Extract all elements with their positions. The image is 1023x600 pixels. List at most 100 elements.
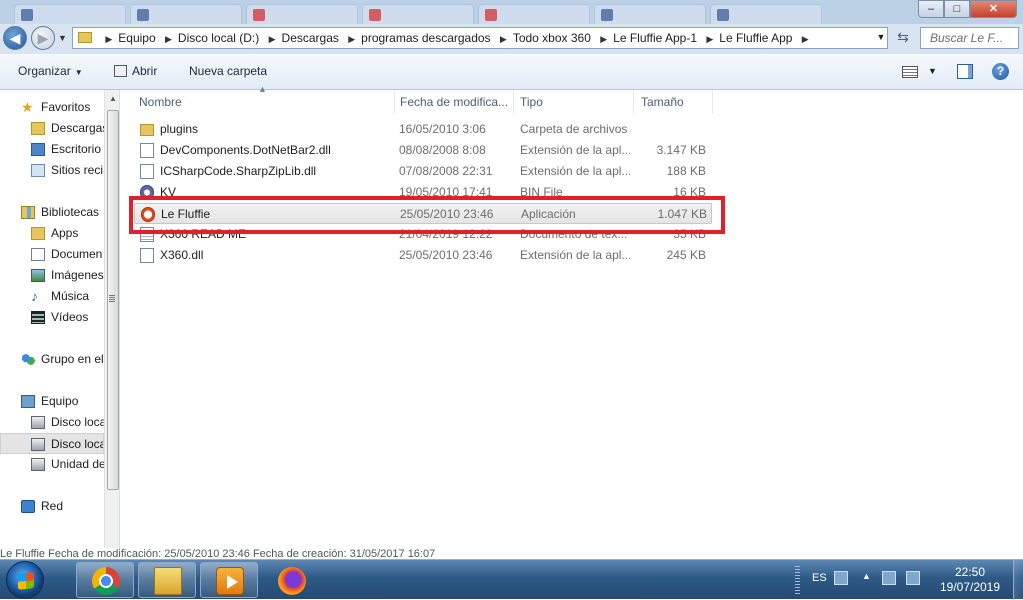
file-name: plugins (160, 122, 199, 136)
nav-music[interactable]: ♪ Música (0, 286, 104, 307)
view-options-icon[interactable] (902, 66, 918, 78)
breadcrumb-item[interactable]: Equipo (118, 28, 155, 48)
network-tray-icon[interactable] (906, 571, 920, 585)
file-name: X360.dll (160, 248, 204, 262)
chevron-right-icon[interactable]: ▶ (500, 34, 507, 44)
clock-time: 22:50 (954, 565, 986, 579)
language-indicator[interactable]: ES (812, 572, 827, 584)
network-icon (21, 500, 35, 513)
media-player-icon (216, 567, 244, 595)
file-row-sharpziplib[interactable]: ICSharpCode.SharpZipLib.dll 07/08/2008 2… (134, 161, 712, 182)
chevron-right-icon[interactable]: ▶ (105, 34, 112, 44)
nav-desktop[interactable]: Escritorio (0, 139, 104, 160)
nav-downloads[interactable]: Descargas (0, 118, 104, 139)
maximize-button[interactable]: □ (944, 0, 970, 18)
tray-expand-icon[interactable]: ▲ (862, 571, 872, 585)
start-button[interactable] (6, 561, 44, 599)
file-date: 25/05/2010 23:46 (399, 248, 493, 262)
nav-local-disk-c[interactable]: Disco loca (0, 412, 104, 433)
breadcrumb-item[interactable]: Le Fluffie App (719, 28, 792, 48)
column-header-name[interactable]: Nombre (131, 90, 395, 114)
nav-homegroup[interactable]: Grupo en el (0, 349, 104, 370)
new-folder-button[interactable]: Nueva carpeta (189, 64, 267, 78)
back-button[interactable]: ◀ (3, 26, 27, 50)
nav-drive-unit[interactable]: Unidad de (0, 454, 104, 475)
removable-device-icon[interactable] (882, 571, 896, 585)
nav-videos[interactable]: Vídeos (0, 307, 104, 328)
nav-network[interactable]: Red (0, 496, 104, 517)
chevron-right-icon[interactable]: ▶ (802, 34, 809, 44)
red-highlight-box (129, 196, 725, 234)
minimize-button[interactable]: – (918, 0, 944, 18)
chevron-right-icon[interactable]: ▶ (165, 34, 172, 44)
drive-icon (31, 458, 45, 471)
column-header-size[interactable]: Tamaño (633, 90, 713, 114)
browser-tab (710, 4, 822, 24)
breadcrumb-item[interactable]: Todo xbox 360 (513, 28, 591, 48)
taskbar-chrome[interactable] (76, 562, 134, 598)
background-browser-tabs: – □ ✕ (0, 0, 1023, 24)
folder-icon (140, 124, 154, 136)
scroll-up-icon[interactable]: ▲ (109, 94, 117, 103)
close-button[interactable]: ✕ (970, 0, 1017, 18)
keyboard-icon[interactable] (834, 571, 848, 585)
nav-favorites[interactable]: ★ Favoritos (0, 97, 104, 118)
open-button[interactable]: Abrir (114, 64, 157, 78)
recent-pages-dropdown[interactable]: ▼ (58, 33, 67, 43)
nav-scrollbar[interactable]: ▲ (104, 90, 119, 559)
column-header-date[interactable]: Fecha de modifica... (392, 90, 514, 114)
browser-tab (246, 4, 358, 24)
taskbar-gripper (795, 566, 800, 594)
taskbar-explorer[interactable] (138, 562, 196, 598)
nav-documents[interactable]: Documen (0, 244, 104, 265)
chevron-right-icon[interactable]: ▶ (269, 34, 276, 44)
chevron-right-icon[interactable]: ▶ (600, 34, 607, 44)
music-icon: ♪ (31, 288, 38, 304)
system-clock[interactable]: 22:50 19/07/2019 (935, 565, 1005, 595)
nav-label: Apps (51, 226, 79, 240)
explorer-window: – □ ✕ ◀ ▶ ▼ ▶ Equipo ▶ Disco local (D:) ▶ D… (0, 0, 1023, 559)
windows-logo-icon (18, 572, 34, 590)
file-date: 08/08/2008 8:08 (399, 143, 486, 157)
chevron-right-icon[interactable]: ▶ (706, 34, 713, 44)
help-icon[interactable]: ? (992, 63, 1009, 80)
taskbar-firefox[interactable] (262, 562, 320, 598)
explorer-icon (154, 567, 182, 595)
nav-libraries[interactable]: Bibliotecas (0, 202, 104, 223)
file-size: 245 KB (666, 248, 706, 262)
nav-local-disk-d[interactable]: Disco loca (0, 433, 104, 454)
view-dropdown-icon[interactable]: ▼ (928, 66, 937, 76)
file-row-plugins[interactable]: plugins 16/05/2010 3:06 Carpeta de archi… (134, 119, 712, 140)
breadcrumb-item[interactable]: Descargas (282, 28, 339, 48)
nav-label: Favoritos (41, 100, 91, 114)
breadcrumb-item[interactable]: Disco local (D:) (178, 28, 259, 48)
libraries-icon (21, 206, 35, 219)
breadcrumb-item[interactable]: programas descargados (361, 28, 490, 48)
file-row-devcomponents[interactable]: DevComponents.DotNetBar2.dll 08/08/2008 … (134, 140, 712, 161)
taskbar-media-player[interactable] (200, 562, 258, 598)
refresh-icon[interactable]: ⇆ (892, 27, 914, 49)
organize-menu[interactable]: Organizar ▼ (18, 64, 83, 78)
taskbar: ES ▲ 22:50 19/07/2019 (0, 559, 1023, 600)
column-header-type[interactable]: Tipo (512, 90, 634, 114)
file-row-x360-dll[interactable]: X360.dll 25/05/2010 23:46 Extensión de l… (134, 245, 712, 266)
address-dropdown-button[interactable]: ▼ (873, 27, 889, 49)
nav-label: Descargas (51, 121, 104, 135)
search-input[interactable]: Buscar Le F... (920, 27, 1019, 49)
browser-tab (14, 4, 126, 24)
browser-tab (478, 4, 590, 24)
chrome-icon (92, 567, 120, 595)
address-bar[interactable]: ▶ Equipo ▶ Disco local (D:) ▶ Descargas ▶ pr… (72, 27, 888, 49)
chevron-down-icon: ▼ (74, 68, 83, 77)
chevron-right-icon[interactable]: ▶ (348, 34, 355, 44)
nav-label: Red (41, 499, 64, 513)
breadcrumb-item[interactable]: Le Fluffie App-1 (613, 28, 697, 48)
nav-label: Documen (51, 247, 103, 261)
preview-pane-icon[interactable] (957, 64, 973, 79)
show-desktop-button[interactable] (1013, 560, 1023, 600)
nav-computer[interactable]: Equipo (0, 391, 104, 412)
nav-apps[interactable]: Apps (0, 223, 104, 244)
nav-recent-places[interactable]: Sitios reci (0, 160, 104, 181)
forward-button[interactable]: ▶ (31, 26, 55, 50)
nav-pictures[interactable]: Imágenes (0, 265, 104, 286)
